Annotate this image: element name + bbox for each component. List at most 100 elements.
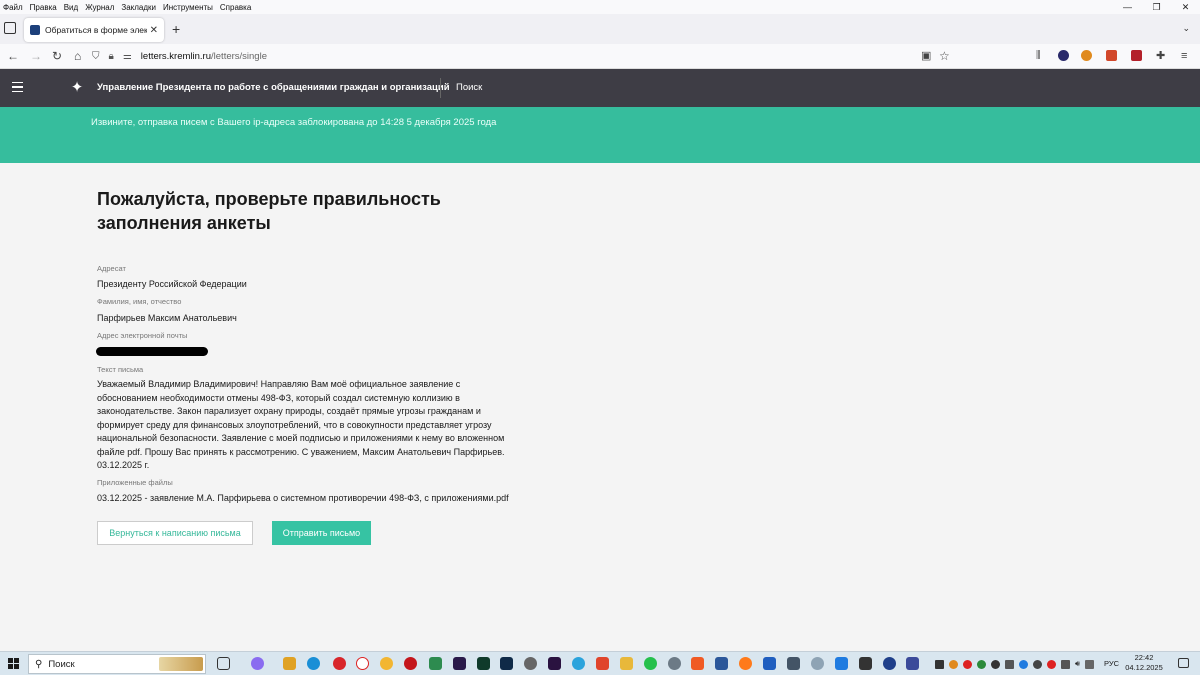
audition-icon[interactable] [477,657,490,670]
app-icon[interactable] [811,657,824,670]
tray-icon[interactable] [1033,659,1042,669]
premiere-icon[interactable] [548,657,561,670]
app-icon[interactable] [404,657,417,670]
app-icon[interactable] [859,657,872,670]
site-title[interactable]: Управление Президента по работе с обраще… [97,82,450,93]
close-button[interactable]: ✕ [1171,0,1200,14]
app-icon[interactable] [906,657,919,670]
new-tab-icon[interactable]: + [172,22,180,36]
opera-browser-icon[interactable] [333,657,346,670]
url-bar[interactable]: ⛉ 🔒︎ ⚌ letters.kremlin.ru /letters/singl… [92,47,954,66]
photoshop-icon[interactable] [500,657,513,670]
navigation-bar: ← → ↻ ⌂ ⛉ 🔒︎ ⚌ letters.kremlin.ru /lette… [0,44,1200,69]
tray-icon[interactable] [1085,659,1095,669]
app-icon[interactable] [283,657,296,670]
chrome-browser-icon[interactable] [380,657,393,670]
hamburger-menu-icon[interactable] [12,82,23,92]
system-tray: 🔊︎ [935,656,1099,672]
tray-icon[interactable] [1047,659,1056,669]
extension-icon[interactable] [1106,50,1117,61]
eagle-emblem-icon[interactable]: ✦ [68,79,86,97]
app-icon[interactable] [835,657,848,670]
tray-icon[interactable] [935,659,944,669]
tray-icon[interactable] [1005,659,1014,669]
bookmark-star-icon[interactable]: ☆ [939,49,950,63]
blocked-notice-text: Извините, отправка писем с Вашего ip-адр… [91,117,497,128]
firefox-icon[interactable] [739,657,752,670]
kremlin-favicon-icon [30,25,40,35]
menu-file[interactable]: Файл [3,3,23,12]
app-icon[interactable] [524,657,537,670]
shield-icon[interactable]: ⛉ [92,51,100,62]
tray-icon[interactable] [949,659,958,669]
whatsapp-icon[interactable] [644,657,657,670]
permissions-icon[interactable]: ⚌ [123,51,132,62]
telegram-icon[interactable] [572,657,585,670]
tray-icon[interactable] [1019,659,1028,669]
notifications-icon[interactable] [1178,658,1189,668]
attachment-file-name[interactable]: 03.12.2025 - заявление М.А. Парфирьева о… [97,493,509,503]
tray-icon[interactable] [963,659,972,669]
app-icon[interactable] [787,657,800,670]
menu-help[interactable]: Справка [220,3,251,12]
back-icon[interactable]: ← [7,49,19,63]
blocked-notice-banner: Извините, отправка писем с Вашего ip-адр… [0,107,1200,163]
menu-tools[interactable]: Инструменты [163,3,213,12]
language-indicator[interactable]: РУС [1104,659,1119,668]
browser-tab[interactable]: Обратиться в форме электрон ✕ [24,18,164,42]
forward-icon[interactable]: → [30,49,42,63]
reader-view-icon[interactable]: ▣ [921,49,931,63]
app-menubar: Файл Правка Вид Журнал Закладки Инструме… [0,0,1200,14]
header-divider [440,78,441,98]
letter-text-label: Текст письма [97,365,144,374]
taskbar-search[interactable]: ⚲ Поиск [28,654,206,674]
window-controls: — ❐ ✕ [1113,0,1200,14]
task-view-icon[interactable] [217,657,230,670]
site-header: ✦ Управление Президента по работе с обра… [0,69,1200,107]
after-effects-icon[interactable] [453,657,466,670]
network-icon[interactable] [1061,659,1070,669]
minimize-button[interactable]: — [1113,0,1142,14]
yandex-browser-icon[interactable] [356,657,369,670]
volume-icon[interactable]: 🔊︎ [1075,659,1080,669]
send-letter-button[interactable]: Отправить письмо [272,521,371,545]
brave-browser-icon[interactable] [691,657,704,670]
menu-history[interactable]: Журнал [85,3,114,12]
app-icon[interactable] [883,657,896,670]
extensions-puzzle-icon[interactable]: ✚ [1156,49,1165,63]
search-icon: ⚲ [35,658,43,670]
word-icon[interactable] [715,657,728,670]
windows-start-icon[interactable] [8,658,19,669]
email-redaction-bar [96,347,208,356]
back-to-writing-button[interactable]: Вернуться к написанию письма [97,521,253,545]
reload-icon[interactable]: ↻ [52,49,62,63]
attachments-label: Приложенные файлы [97,478,173,487]
search-link[interactable]: Поиск [456,82,482,93]
tray-icon[interactable] [977,659,986,669]
home-icon[interactable]: ⌂ [74,49,81,63]
extension-icon[interactable] [1131,50,1142,61]
app-icon[interactable] [251,657,264,670]
extension-icon[interactable] [1058,50,1069,61]
extension-icon[interactable] [1081,50,1092,61]
app-icon[interactable] [429,657,442,670]
search-highlight-image [159,657,203,671]
menu-edit[interactable]: Правка [30,3,57,12]
library-icon[interactable]: ⫼ [1036,49,1041,63]
lock-icon[interactable]: 🔒︎ [109,51,114,62]
close-tab-icon[interactable]: ✕ [150,25,158,36]
file-explorer-icon[interactable] [620,657,633,670]
app-icon[interactable] [668,657,681,670]
menu-bookmarks[interactable]: Закладки [121,3,156,12]
menu-view[interactable]: Вид [64,3,78,12]
taskbar-clock[interactable]: 22:42 04.12.2025 [1124,653,1164,673]
zoom-icon[interactable] [763,657,776,670]
edge-browser-icon[interactable] [307,657,320,670]
app-icon[interactable] [596,657,609,670]
chevron-down-icon[interactable]: ⌄ [1182,23,1190,34]
tab-list-icon[interactable] [4,22,16,34]
name-value: Парфирьев Максим Анатольевич [97,313,237,323]
menu-icon[interactable]: ≡ [1181,49,1187,63]
tray-icon[interactable] [991,659,1000,669]
restore-button[interactable]: ❐ [1142,0,1171,14]
